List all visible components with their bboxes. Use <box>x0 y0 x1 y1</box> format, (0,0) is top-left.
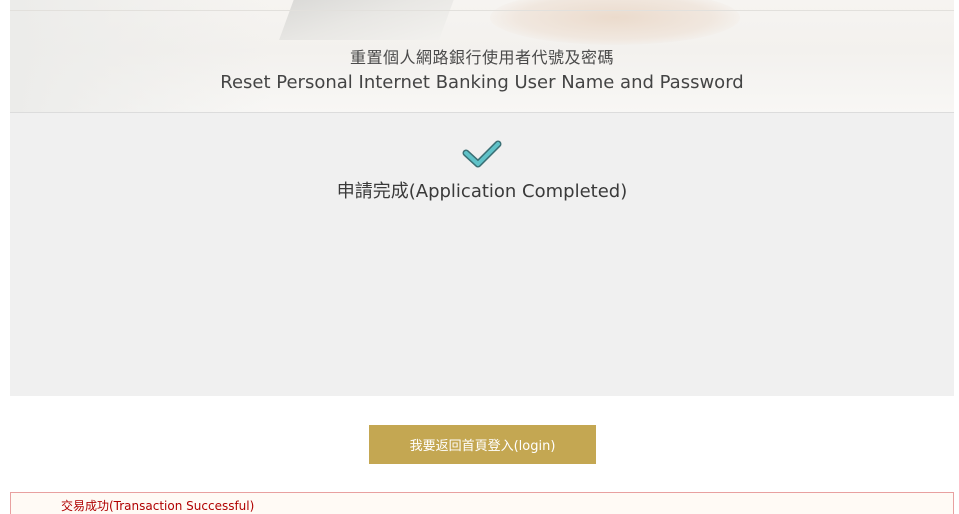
banner-divider <box>10 10 954 11</box>
result-panel: 申請完成(Application Completed) <box>10 113 954 396</box>
page-title-en: Reset Personal Internet Banking User Nam… <box>220 72 744 93</box>
return-login-button[interactable]: 我要返回首頁登入(login) <box>369 425 596 464</box>
page: 重置個人網路銀行使用者代號及密碼 Reset Personal Internet… <box>0 0 959 514</box>
header-banner: 重置個人網路銀行使用者代號及密碼 Reset Personal Internet… <box>10 0 954 113</box>
hand-image <box>490 0 740 45</box>
application-status: 申請完成(Application Completed) <box>336 181 628 202</box>
transaction-alert: 交易成功(Transaction Successful) <box>10 492 954 514</box>
checkmark-icon <box>462 140 502 168</box>
page-title-zh: 重置個人網路銀行使用者代號及密碼 <box>349 48 614 67</box>
transaction-status-text: 交易成功(Transaction Successful) <box>61 499 255 513</box>
laptop-image <box>279 0 461 40</box>
